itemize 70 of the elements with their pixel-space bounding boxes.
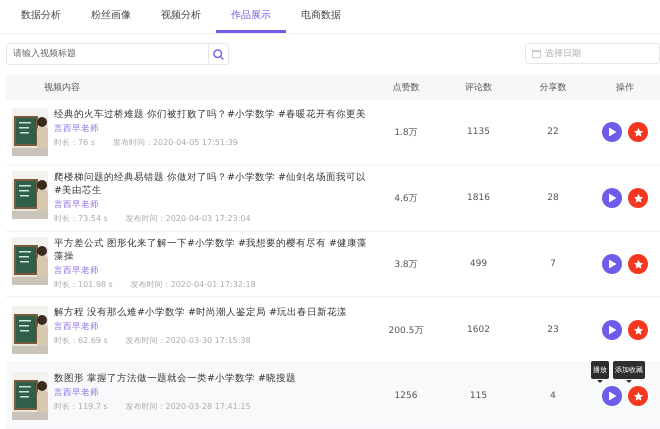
comments-count: 115 [468,391,488,401]
duration-text: 时长：119.7 s [54,401,108,413]
comments-count: 1135 [466,127,491,137]
tab[interactable]: 粉丝画像 [76,0,146,33]
shares-count: 22 [546,127,560,137]
tab[interactable]: 视频分析 [146,0,216,33]
play-icon [608,259,616,269]
star-icon [632,126,644,138]
star-icon [632,258,644,270]
play-icon [608,325,616,335]
shares-count: 7 [549,259,557,269]
favorite-button[interactable] [628,122,648,142]
column-header: 分享数 [538,82,568,94]
calendar-icon [532,49,541,58]
video-title: 爬楼梯问题的经典易错题 你做对了吗？#小学数学 #仙剑名场面我可以 #美由芯生 [54,171,367,197]
publish-time: 发布时间：2020-03-30 17:15:38 [126,335,251,347]
column-header: 点赞数 [392,82,420,94]
publish-time: 发布时间：2020-03-28 17:41:15 [126,401,251,413]
star-icon [632,192,644,204]
play-button[interactable] [602,254,622,274]
date-field[interactable]: 选择日期 [525,43,660,64]
likes-count: 1.8万 [393,126,419,138]
star-icon [632,390,644,402]
favorite-button[interactable] [628,188,648,208]
star-icon [632,324,644,336]
tab[interactable]: 数据分析 [6,0,76,33]
tab[interactable]: 电商数据 [286,0,356,33]
comments-count: 1602 [466,325,491,335]
comments-count: 1816 [466,193,491,203]
author-link[interactable]: 言西早老师 [54,123,366,135]
play-icon [608,391,616,401]
author-link[interactable]: 言西早老师 [54,265,371,277]
shares-count: 23 [546,325,560,335]
likes-count: 4.6万 [393,192,419,204]
publish-time: 发布时间：2020-04-03 17:23:04 [126,213,251,225]
likes-count: 3.8万 [393,258,419,270]
duration-text: 时长：76 s [54,137,95,149]
video-title: 数图形 掌握了方法做一题就会一类#小学数学 #晓搜题 [54,372,296,385]
favorite-button[interactable] [628,320,648,340]
column-header: 操作 [615,82,635,94]
shares-count: 4 [549,391,557,401]
search-icon [212,48,225,60]
search-button[interactable] [208,44,228,64]
play-button[interactable] [602,320,622,340]
duration-text: 时长：73.54 s [54,213,108,225]
author-link[interactable]: 言西早老师 [54,199,371,211]
column-header: 视频内容 [43,82,81,94]
duration-text: 时长：62.69 s [54,335,108,347]
play-button[interactable] [602,188,622,208]
shares-count: 28 [546,193,560,203]
author-link[interactable]: 言西早老师 [54,387,296,399]
tab[interactable]: 作品展示 [216,0,286,33]
video-title: 经典的火车过桥难题 你们被打败了吗？#小学数学 #春暖花开有你更美 [54,108,366,121]
video-title: 平方差公式 图形化来了解一下#小学数学 #我想要的樱有尽有 #健康藻藻操 [54,237,368,263]
column-header: 评论数 [464,82,493,94]
play-icon [608,127,616,137]
favorite-button[interactable] [628,254,648,274]
publish-time: 发布时间：2020-04-01 17:32:18 [130,279,256,291]
publish-time: 发布时间：2020-04-05 17:51:39 [112,137,238,149]
play-button[interactable] [602,386,622,406]
duration-text: 时长：101.98 s [54,279,113,291]
author-link[interactable]: 言西早老师 [54,321,347,333]
play-button[interactable] [602,122,622,142]
likes-count: 200.5万 [388,324,424,336]
play-icon [608,193,616,203]
video-title: 解方程 没有那么难#小学数学 #时尚潮人鉴定局 #玩出春日新花漾 [54,306,347,319]
comments-count: 499 [468,259,488,269]
search-field[interactable]: 请输入视频标题 [6,43,229,65]
favorite-button[interactable] [628,386,648,406]
likes-count: 1256 [394,391,418,401]
